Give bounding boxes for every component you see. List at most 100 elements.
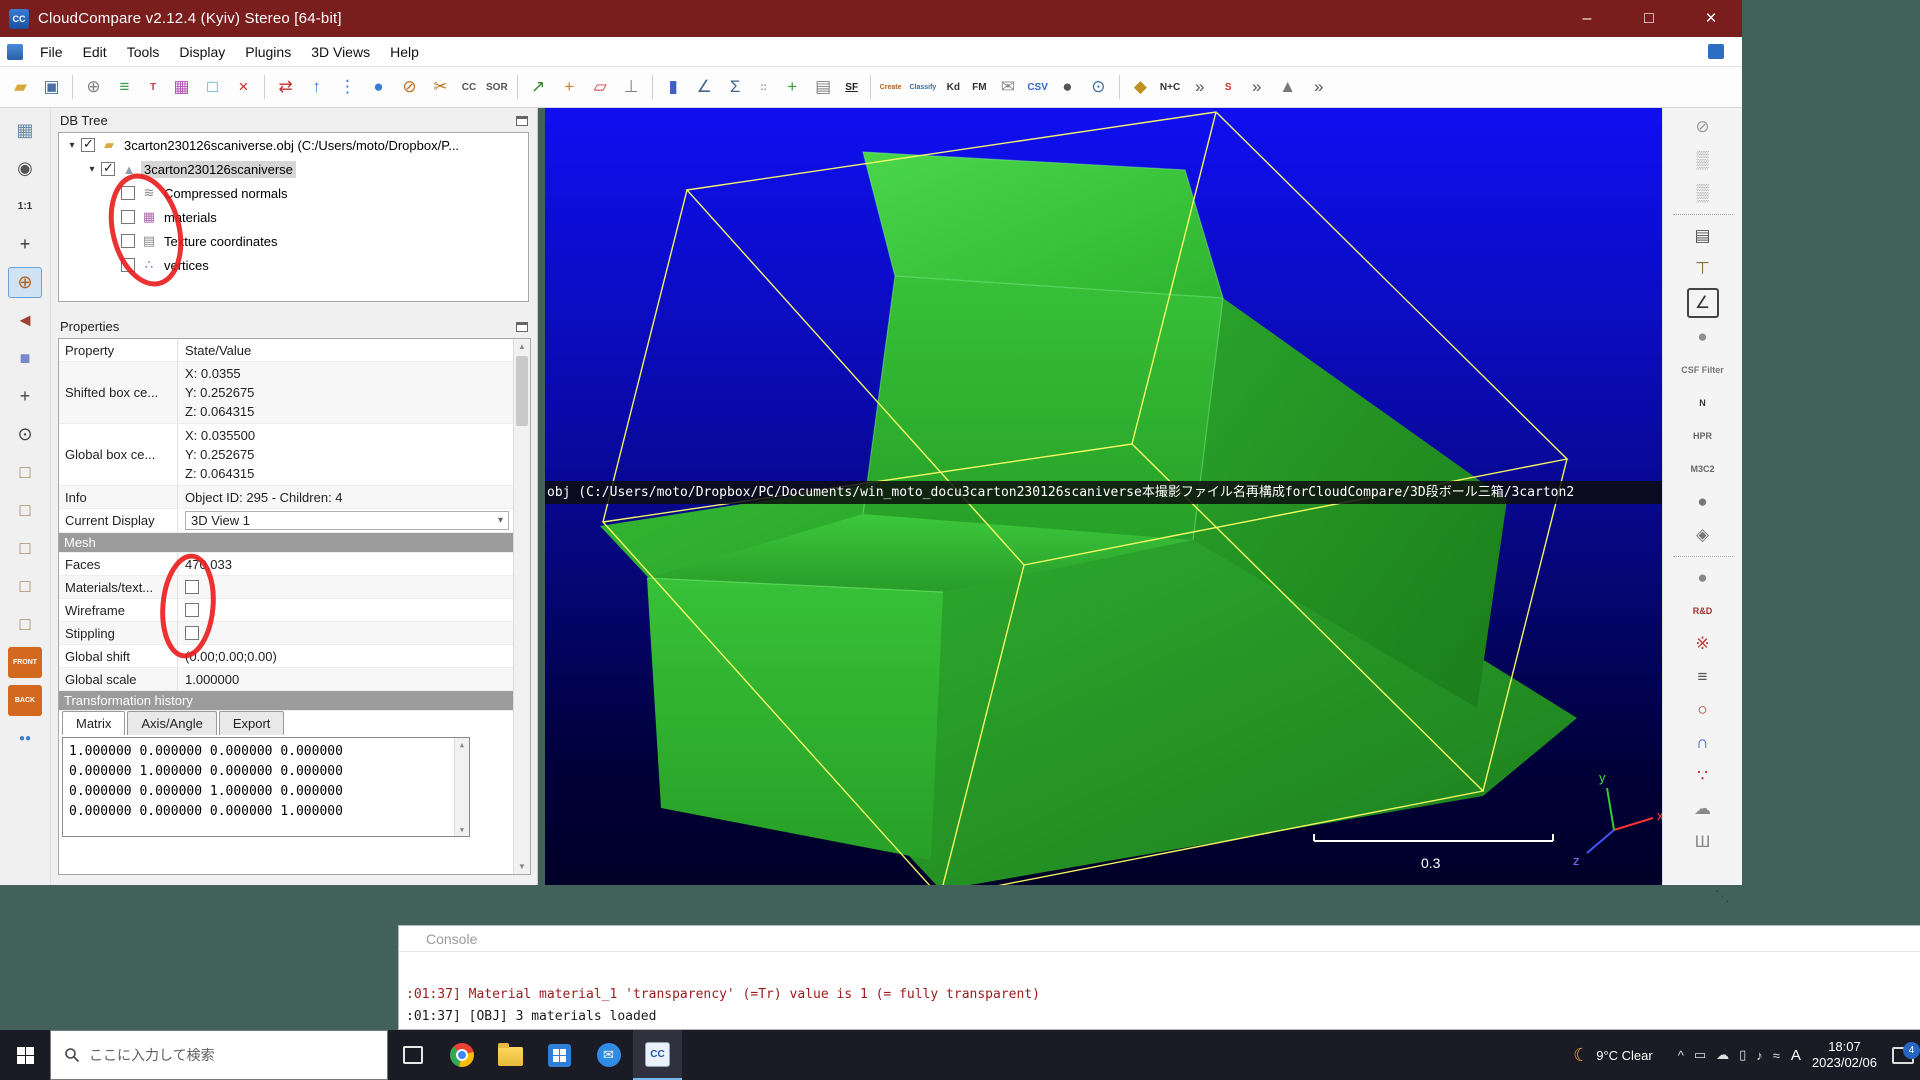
cloudcompare-button[interactable] (633, 1030, 682, 1080)
statistics-icon[interactable]: Σ (721, 73, 750, 102)
matrix-scrollbar[interactable]: ▲ ▼ (454, 738, 469, 836)
property-checkbox[interactable] (185, 603, 199, 617)
canupo-plugin-icon[interactable]: ▒ (1688, 179, 1718, 207)
visibility-checkbox[interactable] (81, 138, 95, 152)
csv-export-icon[interactable]: CSV (1024, 73, 1051, 102)
tree-row[interactable]: ▾▰3carton230126scaniverse.obj (C:/Users/… (59, 133, 528, 157)
visibility-checkbox[interactable] (121, 234, 135, 248)
toolbar-overflow-icon[interactable]: » (1185, 73, 1214, 102)
view-front-icon[interactable]: □ (8, 457, 42, 488)
polyline-icon[interactable]: ∠ (690, 73, 719, 102)
previous-view-icon[interactable]: ◄ (8, 305, 42, 336)
open-icon[interactable]: ▰ (6, 73, 35, 102)
crop-icon[interactable]: ⊘ (395, 73, 424, 102)
mdi-restore-icon[interactable] (1708, 44, 1724, 59)
zoom-fit-icon[interactable]: + (8, 229, 42, 260)
action-center-icon[interactable]: 4 (1892, 1047, 1914, 1064)
visibility-checkbox[interactable] (121, 258, 135, 272)
screenshot-icon[interactable]: ◉ (8, 153, 42, 184)
globe-icon[interactable]: ⊙ (1084, 73, 1113, 102)
explorer-button[interactable] (486, 1030, 535, 1080)
zoom-1-1-icon[interactable]: 1:1 (8, 191, 42, 222)
connected-components-icon[interactable]: CC (457, 73, 481, 102)
sra-sphere-icon[interactable]: ● (1688, 564, 1718, 592)
tree-label[interactable]: 3carton230126scaniverse.obj (C:/Users/mo… (121, 137, 462, 154)
auto-pick-center-icon[interactable]: ⊕ (8, 267, 42, 298)
view-back-labeled-icon[interactable]: BACK (8, 685, 42, 716)
histogram-icon[interactable]: ▮ (659, 73, 688, 102)
tab-matrix[interactable]: Matrix (62, 711, 125, 735)
m3c2-icon[interactable]: M3C2 (1690, 455, 1714, 483)
menu-file[interactable]: File (30, 44, 73, 60)
compute-normals-icon[interactable]: ↗ (524, 73, 553, 102)
sor-filter-icon[interactable]: SOR (483, 73, 511, 102)
start-button[interactable] (0, 1030, 50, 1080)
fast-marching-icon[interactable]: FM (967, 73, 991, 102)
ime-indicator[interactable]: A (1791, 1047, 1801, 1064)
translate-rotate-icon[interactable]: + (555, 73, 584, 102)
layers-icon[interactable]: ≡ (1688, 663, 1718, 691)
normals-conversion-icon[interactable]: N+C (1157, 73, 1183, 102)
menu-3d-views[interactable]: 3D Views (301, 44, 380, 60)
segment-icon[interactable]: ✂ (426, 73, 455, 102)
disabled-plugin-icon[interactable]: ⊘ (1688, 113, 1718, 141)
clone-icon[interactable]: □ (198, 73, 227, 102)
store-button[interactable] (535, 1030, 584, 1080)
tree-row[interactable]: ▤Texture coordinates (59, 229, 528, 253)
view-back-icon[interactable]: □ (8, 495, 42, 526)
property-checkbox[interactable] (185, 626, 199, 640)
properties-scrollbar[interactable]: ▲ ▼ (513, 339, 530, 874)
view-right-icon[interactable]: □ (8, 571, 42, 602)
view-front-labeled-icon[interactable]: FRONT (8, 647, 42, 678)
toolbar-overflow-icon-2[interactable]: » (1242, 73, 1271, 102)
tree-row[interactable]: ≋Compressed normals (59, 181, 528, 205)
db-tree[interactable]: ▾▰3carton230126scaniverse.obj (C:/Users/… (58, 132, 529, 302)
expand-arrow-icon[interactable]: ▾ (83, 164, 101, 175)
primitive-icon[interactable]: ▤ (809, 73, 838, 102)
task-view-button[interactable] (388, 1030, 437, 1080)
point-list-picking-icon[interactable]: ⋮ (333, 73, 362, 102)
apply-transformation-icon[interactable]: T (141, 73, 165, 102)
compass-icon[interactable]: ∠ (1687, 288, 1719, 318)
minimize-button[interactable]: – (1556, 0, 1618, 37)
visibility-checkbox[interactable] (101, 162, 115, 176)
scroll-down-icon[interactable]: ▼ (514, 859, 530, 874)
onedrive-icon[interactable]: ☁ (1716, 1047, 1729, 1063)
chevron-up-icon[interactable]: ^ (1678, 1048, 1684, 1063)
property-checkbox[interactable] (185, 580, 199, 594)
tree-row[interactable]: ▦materials (59, 205, 528, 229)
tree-label[interactable]: 3carton230126scaniverse (141, 161, 296, 178)
monitor-icon[interactable]: ▭ (1694, 1047, 1706, 1063)
sphere-tool-icon[interactable]: ● (364, 73, 393, 102)
magnet-icon[interactable]: ∩ (1688, 729, 1718, 757)
tab-export[interactable]: Export (219, 711, 285, 735)
hpr-icon[interactable]: HPR (1693, 422, 1712, 450)
tree-row[interactable]: ∴vertices (59, 253, 528, 277)
network-icon[interactable]: ≈ (1773, 1048, 1780, 1063)
pcv-plugin-icon[interactable]: ● (1688, 488, 1718, 516)
sf-tools-icon[interactable]: SF (840, 73, 864, 102)
rnd-icon[interactable]: R&D (1693, 597, 1713, 625)
save-icon[interactable]: ▣ (37, 73, 66, 102)
clock[interactable]: 18:07 2023/02/06 (1812, 1039, 1877, 1071)
tree-row[interactable]: ▾▲3carton230126scaniverse (59, 157, 528, 181)
tree-label[interactable]: Texture coordinates (161, 233, 280, 250)
m3c2-dist-icon[interactable]: ▒ (1688, 146, 1718, 174)
kd-tree-icon[interactable]: Kd (941, 73, 965, 102)
normals-plugin-icon[interactable]: N (1699, 389, 1706, 417)
render-to-file-icon[interactable]: ▦ (8, 115, 42, 146)
rain-cloud-icon[interactable]: ☁ (1688, 795, 1718, 823)
csf-sphere-icon[interactable]: ● (1688, 323, 1718, 351)
merge-icon[interactable]: ⇄ (271, 73, 300, 102)
search-box[interactable]: ここに入力して検索 (50, 1030, 388, 1080)
view-top-icon[interactable]: □ (8, 609, 42, 640)
iso-view-icon[interactable]: ■ (8, 343, 42, 374)
display-combobox[interactable]: 3D View 1▾ (185, 511, 509, 530)
stereo-icon[interactable]: ●● (8, 723, 42, 754)
visibility-checkbox[interactable] (121, 186, 135, 200)
toolbar-overflow-icon-3[interactable]: » (1304, 73, 1333, 102)
menu-help[interactable]: Help (380, 44, 429, 60)
expand-arrow-icon[interactable]: ▾ (63, 140, 81, 151)
broom-icon[interactable]: ⊤ (1688, 255, 1718, 283)
volume-icon[interactable]: ♪ (1756, 1048, 1763, 1063)
